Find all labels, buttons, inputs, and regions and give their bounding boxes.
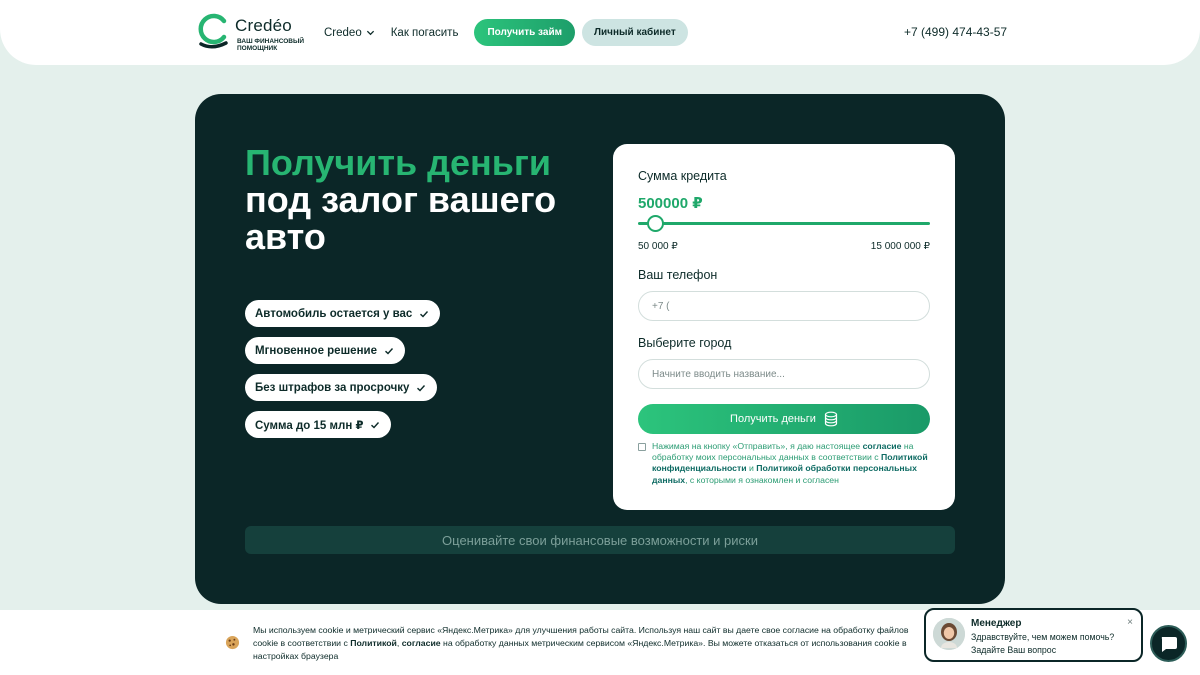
- consent-text-part: , с которыми я ознакомлен и согласен: [685, 474, 839, 485]
- logo-name: Credéo: [235, 16, 292, 35]
- cookie-consent-link[interactable]: согласие: [402, 638, 441, 648]
- main-nav: Credeo Как погасить Получить займ Личный…: [324, 19, 688, 46]
- chat-button[interactable]: [1150, 625, 1187, 662]
- hero-title-rest: под залог вашего авто: [245, 179, 557, 257]
- city-input[interactable]: [638, 359, 930, 389]
- feature-badge: Мгновенное решение: [245, 337, 405, 364]
- hero-title-accent: Получить деньги: [245, 142, 552, 183]
- phone-label: Ваш телефон: [638, 268, 718, 282]
- chevron-down-icon: [366, 30, 374, 36]
- personal-cabinet-button[interactable]: Личный кабинет: [582, 19, 688, 46]
- nav-item-credeo[interactable]: Credeo: [324, 27, 375, 39]
- consent-checkbox[interactable]: [638, 443, 646, 451]
- nav-item-label: Credeo: [324, 26, 362, 39]
- feature-badge: Сумма до 15 млн ₽: [245, 411, 392, 438]
- consent-text: Нажимая на кнопку «Отправить», я даю нас…: [652, 441, 933, 486]
- get-loan-button[interactable]: Получить займ: [474, 19, 575, 46]
- logo-icon: [198, 13, 228, 49]
- consent-text-part: и: [746, 463, 757, 474]
- nav-item-label: Как погасить: [390, 26, 459, 39]
- check-icon: [385, 347, 394, 354]
- phone-link[interactable]: +7 (499) 474-43-57: [904, 25, 1007, 39]
- amount-slider-track[interactable]: [638, 222, 930, 225]
- nav-item-how-to-pay[interactable]: Как погасить: [391, 27, 459, 39]
- range-min: 50 000 ₽: [638, 241, 678, 252]
- avatar-icon: [933, 618, 965, 650]
- check-icon: [420, 310, 429, 317]
- range-max: 15 000 000 ₽: [870, 241, 930, 252]
- phone-input[interactable]: [638, 291, 930, 321]
- cookie-icon: [225, 635, 240, 650]
- check-icon: [371, 421, 380, 428]
- city-label: Выберите город: [638, 336, 732, 350]
- site-header: Credéo ваш финансовый помощник Credeo Ка…: [0, 0, 1200, 65]
- feature-badge: Автомобиль остается у вас: [245, 300, 441, 327]
- close-icon[interactable]: ×: [1127, 617, 1133, 628]
- get-money-button[interactable]: Получить деньги: [638, 404, 930, 434]
- chat-popup[interactable]: Менеджер Здравствуйте, чем можем помочь?…: [924, 608, 1143, 662]
- get-money-label: Получить деньги: [730, 413, 816, 425]
- loan-form: Сумма кредита 500000 ₽ 50 000 ₽ 15 000 0…: [613, 144, 955, 510]
- check-icon: [417, 384, 426, 391]
- consent-text-part: Нажимая на кнопку «Отправить», я даю нас…: [652, 441, 863, 451]
- hero-section: Получить деньги под залог вашего авто Ав…: [195, 94, 1005, 604]
- feature-badge: Без штрафов за просрочку: [245, 374, 438, 401]
- amount-slider-handle[interactable]: [647, 215, 665, 232]
- chat-bubble-icon: [1161, 637, 1177, 652]
- amount-label: Сумма кредита: [638, 169, 727, 183]
- chat-title: Менеджер: [971, 618, 1022, 629]
- evaluate-banner[interactable]: Оценивайте свои финансовые возможности и…: [245, 526, 955, 554]
- feature-label: Мгновенное решение: [255, 344, 377, 357]
- feature-label: Сумма до 15 млн ₽: [255, 419, 364, 432]
- consent-block: Нажимая на кнопку «Отправить», я даю нас…: [638, 441, 933, 486]
- consent-link[interactable]: согласие: [863, 441, 902, 451]
- cookie-policy-link[interactable]: Политикой: [350, 638, 397, 648]
- manager-avatar: [933, 618, 965, 650]
- coins-icon: [824, 411, 838, 427]
- feature-label: Автомобиль остается у вас: [255, 307, 413, 320]
- chat-message: Здравствуйте, чем можем помочь? Задайте …: [971, 632, 1115, 655]
- cookie-text: Мы используем cookie и метрический серви…: [253, 624, 918, 663]
- logo[interactable]: Credéo ваш финансовый помощник: [195, 12, 305, 54]
- logo-tagline: ваш финансовый помощник: [237, 38, 305, 52]
- hero-title: Получить деньги под залог вашего авто: [245, 144, 605, 255]
- feature-label: Без штрафов за просрочку: [255, 381, 410, 394]
- amount-value: 500000 ₽: [638, 195, 703, 212]
